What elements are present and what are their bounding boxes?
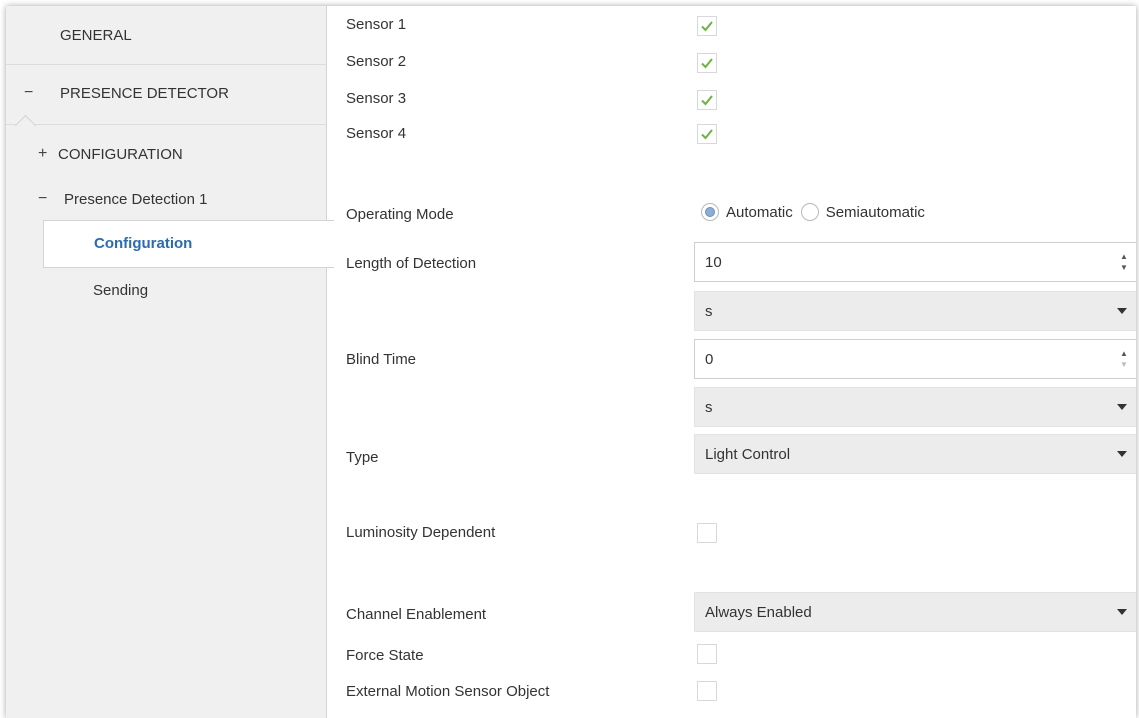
checkmark-icon xyxy=(701,21,713,32)
blind-time-label: Blind Time xyxy=(346,351,417,368)
divider xyxy=(6,64,326,65)
select-value: Light Control xyxy=(705,445,791,463)
length-of-detection-unit-select[interactable]: s xyxy=(694,291,1136,331)
channel-enablement-select[interactable]: Always Enabled xyxy=(694,592,1136,632)
arrow-down-icon[interactable]: ▼ xyxy=(1120,360,1128,369)
dropdown-arrow-icon xyxy=(1117,308,1127,314)
spinner-value: 10 xyxy=(705,253,722,271)
checkmark-icon xyxy=(701,95,713,106)
sensor-3-label: Sensor 3 xyxy=(346,90,407,107)
sensor-1-label: Sensor 1 xyxy=(346,16,407,33)
arrow-down-icon[interactable]: ▼ xyxy=(1120,263,1128,272)
sensor-4-checkbox[interactable] xyxy=(697,124,717,144)
sidebar-item-configuration[interactable]: + CONFIGURATION xyxy=(38,145,183,163)
force-state-checkbox[interactable] xyxy=(697,644,717,664)
blind-time-unit-select[interactable]: s xyxy=(694,387,1136,427)
select-value: Always Enabled xyxy=(705,603,812,621)
dropdown-arrow-icon xyxy=(1117,451,1127,457)
sensor-2-label: Sensor 2 xyxy=(346,53,407,70)
select-value: s xyxy=(705,302,713,320)
arrow-up-icon[interactable]: ▲ xyxy=(1120,252,1128,261)
radio-semiautomatic[interactable] xyxy=(800,203,819,221)
dropdown-arrow-icon xyxy=(1117,609,1127,615)
spinner-value: 0 xyxy=(705,350,714,368)
sidebar-item-sending[interactable]: Sending xyxy=(93,282,148,299)
sidebar-item-label: Configuration xyxy=(94,235,193,252)
sidebar-item-label: GENERAL xyxy=(60,27,132,44)
main-panel: Sensor 1 Sensor 2 Sensor 3 Sensor 4 Oper… xyxy=(327,6,1136,718)
luminosity-dependent-checkbox[interactable] xyxy=(697,523,717,543)
type-select[interactable]: Light Control xyxy=(694,434,1136,474)
sensor-4-label: Sensor 4 xyxy=(346,125,407,142)
pointer-notch xyxy=(14,114,37,137)
radio-semiautomatic-label[interactable]: Semiautomatic xyxy=(826,204,925,221)
dropdown-arrow-icon xyxy=(1117,404,1127,410)
sidebar-item-label: Presence Detection 1 xyxy=(64,190,208,208)
spinner-arrows[interactable]: ▲ ▼ xyxy=(1119,349,1129,369)
checkmark-icon xyxy=(701,129,713,140)
radio-automatic[interactable] xyxy=(701,203,719,221)
sidebar-item-presence-detection-1[interactable]: − Presence Detection 1 xyxy=(38,190,207,208)
sensor-1-checkbox[interactable] xyxy=(697,16,717,36)
collapse-icon[interactable]: − xyxy=(38,190,64,208)
sidebar-item-presence-detector[interactable]: − PRESENCE DETECTOR xyxy=(24,84,229,102)
sidebar-item-configuration-active[interactable]: Configuration xyxy=(43,220,334,268)
sensor-2-checkbox[interactable] xyxy=(697,53,717,73)
window: GENERAL − PRESENCE DETECTOR + CONFIGURAT… xyxy=(6,6,1136,718)
type-label: Type xyxy=(346,449,379,466)
channel-enablement-label: Channel Enablement xyxy=(346,606,487,623)
sidebar-item-label: Sending xyxy=(93,282,149,299)
collapse-icon[interactable]: − xyxy=(24,84,60,102)
divider xyxy=(6,124,326,125)
sidebar-item-label: CONFIGURATION xyxy=(58,145,183,163)
external-motion-sensor-checkbox[interactable] xyxy=(697,681,717,701)
operating-mode-label: Operating Mode xyxy=(346,206,454,223)
force-state-label: Force State xyxy=(346,647,424,664)
sidebar-item-general[interactable]: GENERAL xyxy=(60,27,132,44)
length-of-detection-label: Length of Detection xyxy=(346,255,477,272)
sidebar: GENERAL − PRESENCE DETECTOR + CONFIGURAT… xyxy=(6,6,334,718)
sensor-3-checkbox[interactable] xyxy=(697,90,717,110)
blind-time-spinner[interactable]: 0 ▲ ▼ xyxy=(694,339,1136,379)
operating-mode-radio-group: Automatic Semiautomatic xyxy=(701,203,933,221)
radio-automatic-label[interactable]: Automatic xyxy=(726,204,793,221)
select-value: s xyxy=(705,398,713,416)
expand-icon[interactable]: + xyxy=(38,145,58,163)
spinner-arrows[interactable]: ▲ ▼ xyxy=(1119,252,1129,272)
luminosity-dependent-label: Luminosity Dependent xyxy=(346,524,496,541)
arrow-up-icon[interactable]: ▲ xyxy=(1120,349,1128,358)
external-motion-sensor-label: External Motion Sensor Object xyxy=(346,683,550,700)
length-of-detection-spinner[interactable]: 10 ▲ ▼ xyxy=(694,242,1136,282)
checkmark-icon xyxy=(701,58,713,69)
sidebar-item-label: PRESENCE DETECTOR xyxy=(60,84,229,102)
